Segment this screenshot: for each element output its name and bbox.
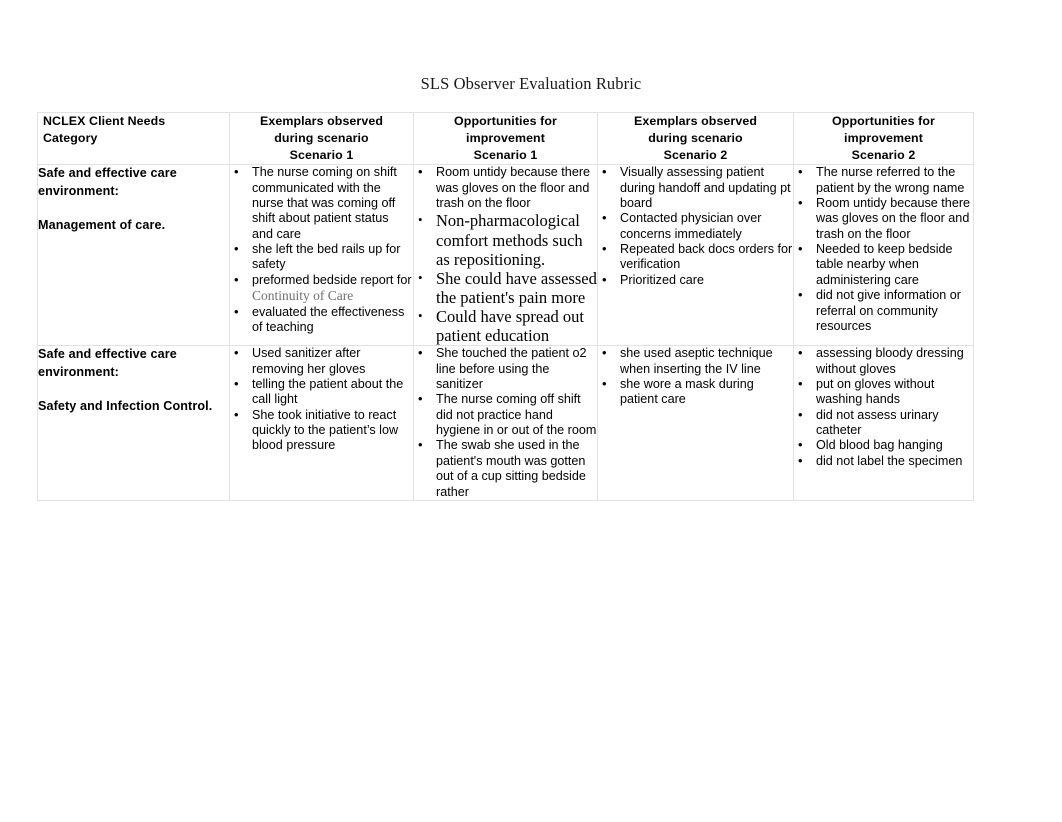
- cell-category-management-of-care: Safe and effective care environment: Man…: [37, 164, 230, 347]
- list-item: Could have spread out patient education: [414, 307, 597, 345]
- bullet-list: Used sanitizer after removing her gloves…: [230, 345, 413, 454]
- column-header-opportunities-scenario-2: Opportunities for improvement Scenario 2: [793, 111, 974, 166]
- bullet-list: The nurse coming on shift communicated w…: [230, 164, 413, 336]
- list-item-emphasis: Continuity of Care: [252, 288, 354, 304]
- table-header-row: NCLEX Client Needs Category Exemplars ob…: [37, 111, 974, 166]
- header-line: Opportunities for: [832, 114, 935, 128]
- list-item: Contacted physician over concerns immedi…: [598, 210, 793, 242]
- header-line: improvement: [844, 131, 923, 146]
- cell-exemplars-s2-row1: Visually assessing patient during handof…: [597, 164, 794, 347]
- category-line-2: Safety and Infection Control.: [38, 398, 213, 413]
- list-item-text: preformed bedside report for: [252, 272, 412, 287]
- list-item: Used sanitizer after removing her gloves: [230, 345, 413, 377]
- cell-opportunities-s1-row2: She touched the patient o2 line before u…: [413, 345, 598, 501]
- list-item: Repeated back docs orders for verificati…: [598, 241, 793, 273]
- table-row: Safe and effective care environment: Man…: [37, 164, 974, 347]
- bullet-list: The nurse referred to the patient by the…: [794, 164, 973, 334]
- list-item: did not label the specimen: [794, 453, 973, 469]
- column-header-nclex-category: NCLEX Client Needs Category: [37, 111, 230, 166]
- list-item: evaluated the effectiveness of teaching: [230, 304, 413, 336]
- bullet-list: Visually assessing patient during handof…: [598, 164, 793, 288]
- category-line-1: Safe and effective care environment:: [38, 347, 177, 379]
- list-item: she left the bed rails up for safety: [230, 241, 413, 273]
- category-line-2: Management of care.: [38, 217, 166, 232]
- header-line: Scenario 1: [289, 148, 354, 163]
- list-item: Room untidy because there was gloves on …: [794, 195, 973, 242]
- column-header-exemplars-scenario-2: Exemplars observed during scenario Scena…: [597, 111, 794, 166]
- column-header-exemplars-scenario-1: Exemplars observed during scenario Scena…: [229, 111, 414, 166]
- cell-opportunities-s2-row1: The nurse referred to the patient by the…: [793, 164, 974, 347]
- bullet-list: she used aseptic technique when insertin…: [598, 345, 793, 408]
- header-line: Exemplars observed: [633, 114, 757, 128]
- list-item: preformed bedside report for Continuity …: [230, 272, 413, 305]
- document-page: SLS Observer Evaluation Rubric NCLEX Cli…: [0, 0, 1062, 822]
- list-item: Visually assessing patient during handof…: [598, 164, 793, 211]
- list-item: put on gloves without washing hands: [794, 376, 973, 408]
- list-item: Needed to keep bedside table nearby when…: [794, 241, 973, 288]
- list-item: did not assess urinary catheter: [794, 407, 973, 439]
- bullet-list: assessing bloody dressing without gloves…: [794, 345, 973, 469]
- table-row: Safe and effective care environment: Saf…: [37, 345, 974, 501]
- list-item: The nurse coming on shift communicated w…: [230, 164, 413, 242]
- list-item: telling the patient about the call light: [230, 376, 413, 408]
- header-line: during scenario: [648, 131, 743, 146]
- list-item: Prioritized care: [598, 272, 793, 288]
- list-item: The swab she used in the patient's mouth…: [414, 437, 597, 499]
- bullet-list: Room untidy because there was gloves on …: [414, 164, 597, 345]
- header-line: NCLEX Client Needs: [43, 114, 166, 128]
- list-item: She took initiative to react quickly to …: [230, 407, 413, 454]
- column-header-opportunities-scenario-1: Opportunities for improvement Scenario 1: [413, 111, 598, 166]
- list-item: She could have assessed the patient's pa…: [414, 269, 597, 307]
- list-item: Non-pharmacological comfort methods such…: [414, 211, 597, 268]
- cell-category-safety-infection-control: Safe and effective care environment: Saf…: [37, 345, 230, 501]
- header-line: Scenario 1: [473, 148, 538, 163]
- list-item: The nurse referred to the patient by the…: [794, 164, 973, 196]
- rubric-table: NCLEX Client Needs Category Exemplars ob…: [37, 111, 974, 501]
- document-title: SLS Observer Evaluation Rubric: [420, 74, 642, 93]
- list-item: did not give information or referral on …: [794, 287, 973, 334]
- header-line: Opportunities for: [454, 114, 557, 128]
- list-item: Old blood bag hanging: [794, 437, 973, 453]
- cell-opportunities-s1-row1: Room untidy because there was gloves on …: [413, 164, 598, 347]
- header-line: Scenario 2: [663, 148, 728, 163]
- header-line: improvement: [466, 131, 545, 146]
- list-item: she used aseptic technique when insertin…: [598, 345, 793, 377]
- list-item: assessing bloody dressing without gloves: [794, 345, 973, 377]
- header-line: during scenario: [274, 131, 369, 146]
- header-line: Category: [43, 131, 98, 146]
- list-item: Room untidy because there was gloves on …: [414, 164, 597, 211]
- list-item: she wore a mask during patient care: [598, 376, 793, 408]
- header-line: Scenario 2: [851, 148, 916, 163]
- list-item: She touched the patient o2 line before u…: [414, 345, 597, 392]
- cell-exemplars-s1-row2: Used sanitizer after removing her gloves…: [229, 345, 414, 501]
- bullet-list: She touched the patient o2 line before u…: [414, 345, 597, 500]
- cell-opportunities-s2-row2: assessing bloody dressing without gloves…: [793, 345, 974, 501]
- category-line-1: Safe and effective care environment:: [38, 166, 177, 198]
- cell-exemplars-s2-row2: she used aseptic technique when insertin…: [597, 345, 794, 501]
- list-item: The nurse coming off shift did not pract…: [414, 391, 597, 438]
- header-line: Exemplars observed: [259, 114, 383, 128]
- cell-exemplars-s1-row1: The nurse coming on shift communicated w…: [229, 164, 414, 347]
